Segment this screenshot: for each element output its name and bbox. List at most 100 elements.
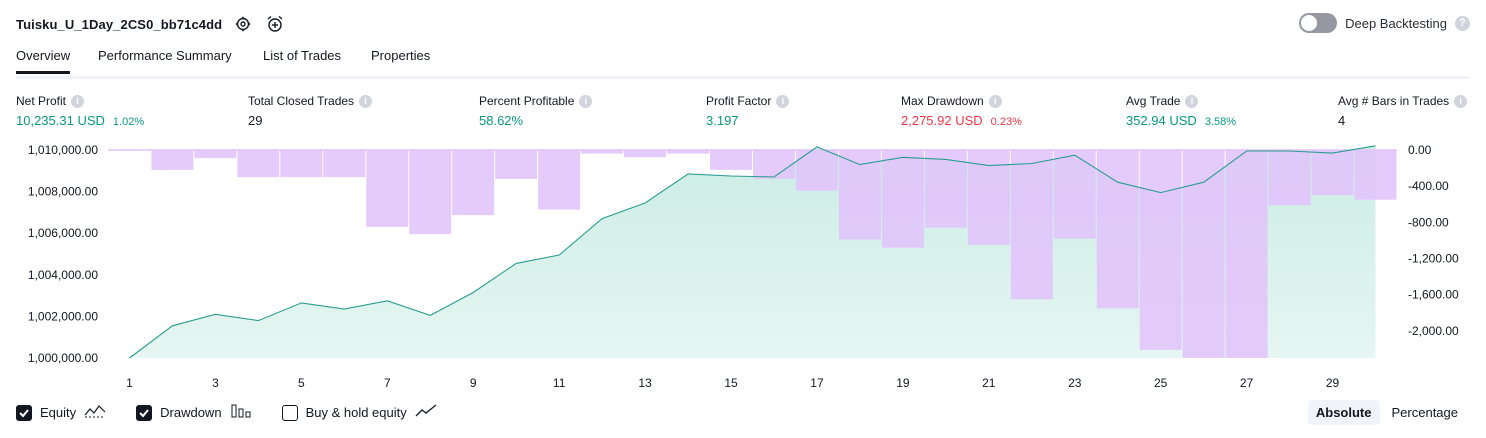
metric-label: Percent Profitable xyxy=(479,94,575,108)
drawdown-bar xyxy=(881,150,924,248)
x-tick-label: 23 xyxy=(1068,376,1082,390)
drawdown-bar xyxy=(753,150,795,179)
gear-icon[interactable] xyxy=(232,13,254,35)
y-left-tick-label: 1,008,000.00 xyxy=(28,185,98,199)
drawdown-bar xyxy=(409,150,452,235)
drawdown-bar xyxy=(280,150,323,178)
metric-max-drawdown: Max Drawdown i 2,275.92 USD 0.23% xyxy=(901,93,1022,128)
y-left-tick-label: 1,004,000.00 xyxy=(28,268,98,282)
y-right-tick-label: 0.00 xyxy=(1408,143,1432,157)
tab-properties[interactable]: Properties xyxy=(371,48,430,71)
drawdown-bar xyxy=(452,150,495,216)
drawdown-bars-icon xyxy=(230,403,252,422)
equity-drawdown-chart[interactable]: 1,000,000.00 1,002,000.00 1,004,000.00 1,00… xyxy=(0,140,1486,395)
metrics-row: Net Profit i 10,235.31 USD 1.02% Total Clo… xyxy=(0,93,1486,133)
x-tick-label: 27 xyxy=(1240,376,1254,390)
metric-label: Max Drawdown xyxy=(901,94,984,108)
metric-percent: 1.02% xyxy=(112,116,145,128)
drawdown-bar xyxy=(1182,150,1225,358)
drawdown-bar xyxy=(151,150,194,170)
metric-percent: 3.58% xyxy=(1204,116,1237,128)
absolute-mode-button[interactable]: Absolute xyxy=(1307,400,1380,425)
metric-value: 352.94 USD xyxy=(1126,113,1197,128)
metric-profit-factor: Profit Factor i 3.197 xyxy=(706,93,790,128)
info-icon[interactable]: i xyxy=(1185,94,1199,108)
x-tick-label: 9 xyxy=(470,376,477,390)
metric-percent-profitable: Percent Profitable i 58.62% xyxy=(479,93,593,128)
drawdown-bar xyxy=(1268,150,1311,206)
metric-value: 29 xyxy=(248,113,263,128)
percentage-mode-button[interactable]: Percentage xyxy=(1384,400,1467,425)
deep-backtesting-label: Deep Backtesting xyxy=(1345,15,1447,31)
y-right-tick-label: -800.00 xyxy=(1408,215,1449,229)
drawdown-bar xyxy=(624,150,667,158)
tab-overview[interactable]: Overview xyxy=(16,48,71,74)
tab-bar: Overview Performance Summary List of Tra… xyxy=(16,44,1470,79)
y-right-tick-label: -2,000.00 xyxy=(1408,324,1459,338)
x-tick-label: 13 xyxy=(638,376,652,390)
drawdown-bar xyxy=(838,150,881,240)
x-tick-label: 5 xyxy=(298,376,305,390)
drawdown-bar xyxy=(1096,150,1139,309)
info-icon[interactable]: i xyxy=(776,94,790,108)
metric-value: 2,275.92 USD xyxy=(901,113,983,128)
drawdown-bar xyxy=(495,150,538,179)
drawdown-bar xyxy=(1311,150,1354,196)
strategy-header: Tuisku_U_1Day_2CS0_bb71c4dd xyxy=(16,12,286,36)
metric-label: Total Closed Trades xyxy=(248,94,355,108)
legend-label: Buy & hold equity xyxy=(305,405,407,420)
y-right-tick-label: -400.00 xyxy=(1408,179,1449,193)
metric-avg-trade: Avg Trade i 352.94 USD 3.58% xyxy=(1126,93,1236,128)
info-icon[interactable]: i xyxy=(988,94,1002,108)
drawdown-bar xyxy=(795,150,838,191)
buy-hold-checkbox[interactable] xyxy=(281,404,298,421)
drawdown-bar xyxy=(1139,150,1182,350)
legend-label: Drawdown xyxy=(160,405,222,420)
info-icon[interactable]: i xyxy=(1454,94,1468,108)
buy-hold-line-icon xyxy=(415,403,437,422)
drawdown-bar xyxy=(1225,150,1268,358)
equity-checkbox[interactable] xyxy=(16,404,32,421)
metric-avg-bars-in-trades: Avg # Bars in Trades i 4 xyxy=(1338,93,1468,128)
metric-value: 4 xyxy=(1338,113,1346,128)
drawdown-bar xyxy=(710,150,752,170)
x-tick-label: 15 xyxy=(724,376,738,390)
alarm-plus-icon[interactable] xyxy=(264,13,286,35)
y-left-tick-label: 1,006,000.00 xyxy=(28,226,98,240)
x-tick-label: 25 xyxy=(1154,376,1168,390)
y-right-tick-label: -1,600.00 xyxy=(1408,288,1459,302)
legend-drawdown[interactable]: Drawdown xyxy=(136,403,251,422)
drawdown-bar xyxy=(538,150,581,210)
legend-buy-hold[interactable]: Buy & hold equity xyxy=(281,403,437,422)
metric-total-closed-trades: Total Closed Trades i 29 xyxy=(248,93,373,128)
metric-net-profit: Net Profit i 10,235.31 USD 1.02% xyxy=(16,93,144,128)
equity-line-icon xyxy=(84,403,106,422)
drawdown-bar xyxy=(1053,150,1096,239)
info-icon[interactable]: i xyxy=(71,94,85,108)
drawdown-bar xyxy=(366,150,409,227)
drawdown-bar xyxy=(194,150,237,159)
metric-value: 3.197 xyxy=(706,113,739,128)
metric-label: Avg # Bars in Trades xyxy=(1338,94,1450,108)
help-icon[interactable]: ? xyxy=(1455,15,1470,31)
info-icon[interactable]: i xyxy=(359,94,373,108)
deep-backtesting-toggle[interactable] xyxy=(1299,13,1338,33)
metric-label: Net Profit xyxy=(16,94,67,108)
y-left-tick-label: 1,002,000.00 xyxy=(28,309,98,323)
tab-list-of-trades[interactable]: List of Trades xyxy=(263,48,341,71)
metric-label: Profit Factor xyxy=(706,94,772,108)
x-tick-label: 17 xyxy=(810,376,824,390)
x-tick-label: 19 xyxy=(896,376,910,390)
x-tick-label: 1 xyxy=(126,376,133,390)
chart-legend: Equity Drawdown Buy & hold equity xyxy=(16,403,467,422)
toggle-knob xyxy=(1301,15,1318,31)
drawdown-bar xyxy=(1354,150,1397,200)
metric-percent: 0.23% xyxy=(990,116,1022,128)
drawdown-checkbox[interactable] xyxy=(136,404,153,421)
x-tick-label: 21 xyxy=(982,376,996,390)
metric-value: 10,235.31 USD xyxy=(16,113,105,128)
legend-label: Equity xyxy=(40,405,77,420)
legend-equity[interactable]: Equity xyxy=(16,403,106,422)
tab-performance-summary[interactable]: Performance Summary xyxy=(98,48,232,71)
info-icon[interactable]: i xyxy=(579,94,593,108)
